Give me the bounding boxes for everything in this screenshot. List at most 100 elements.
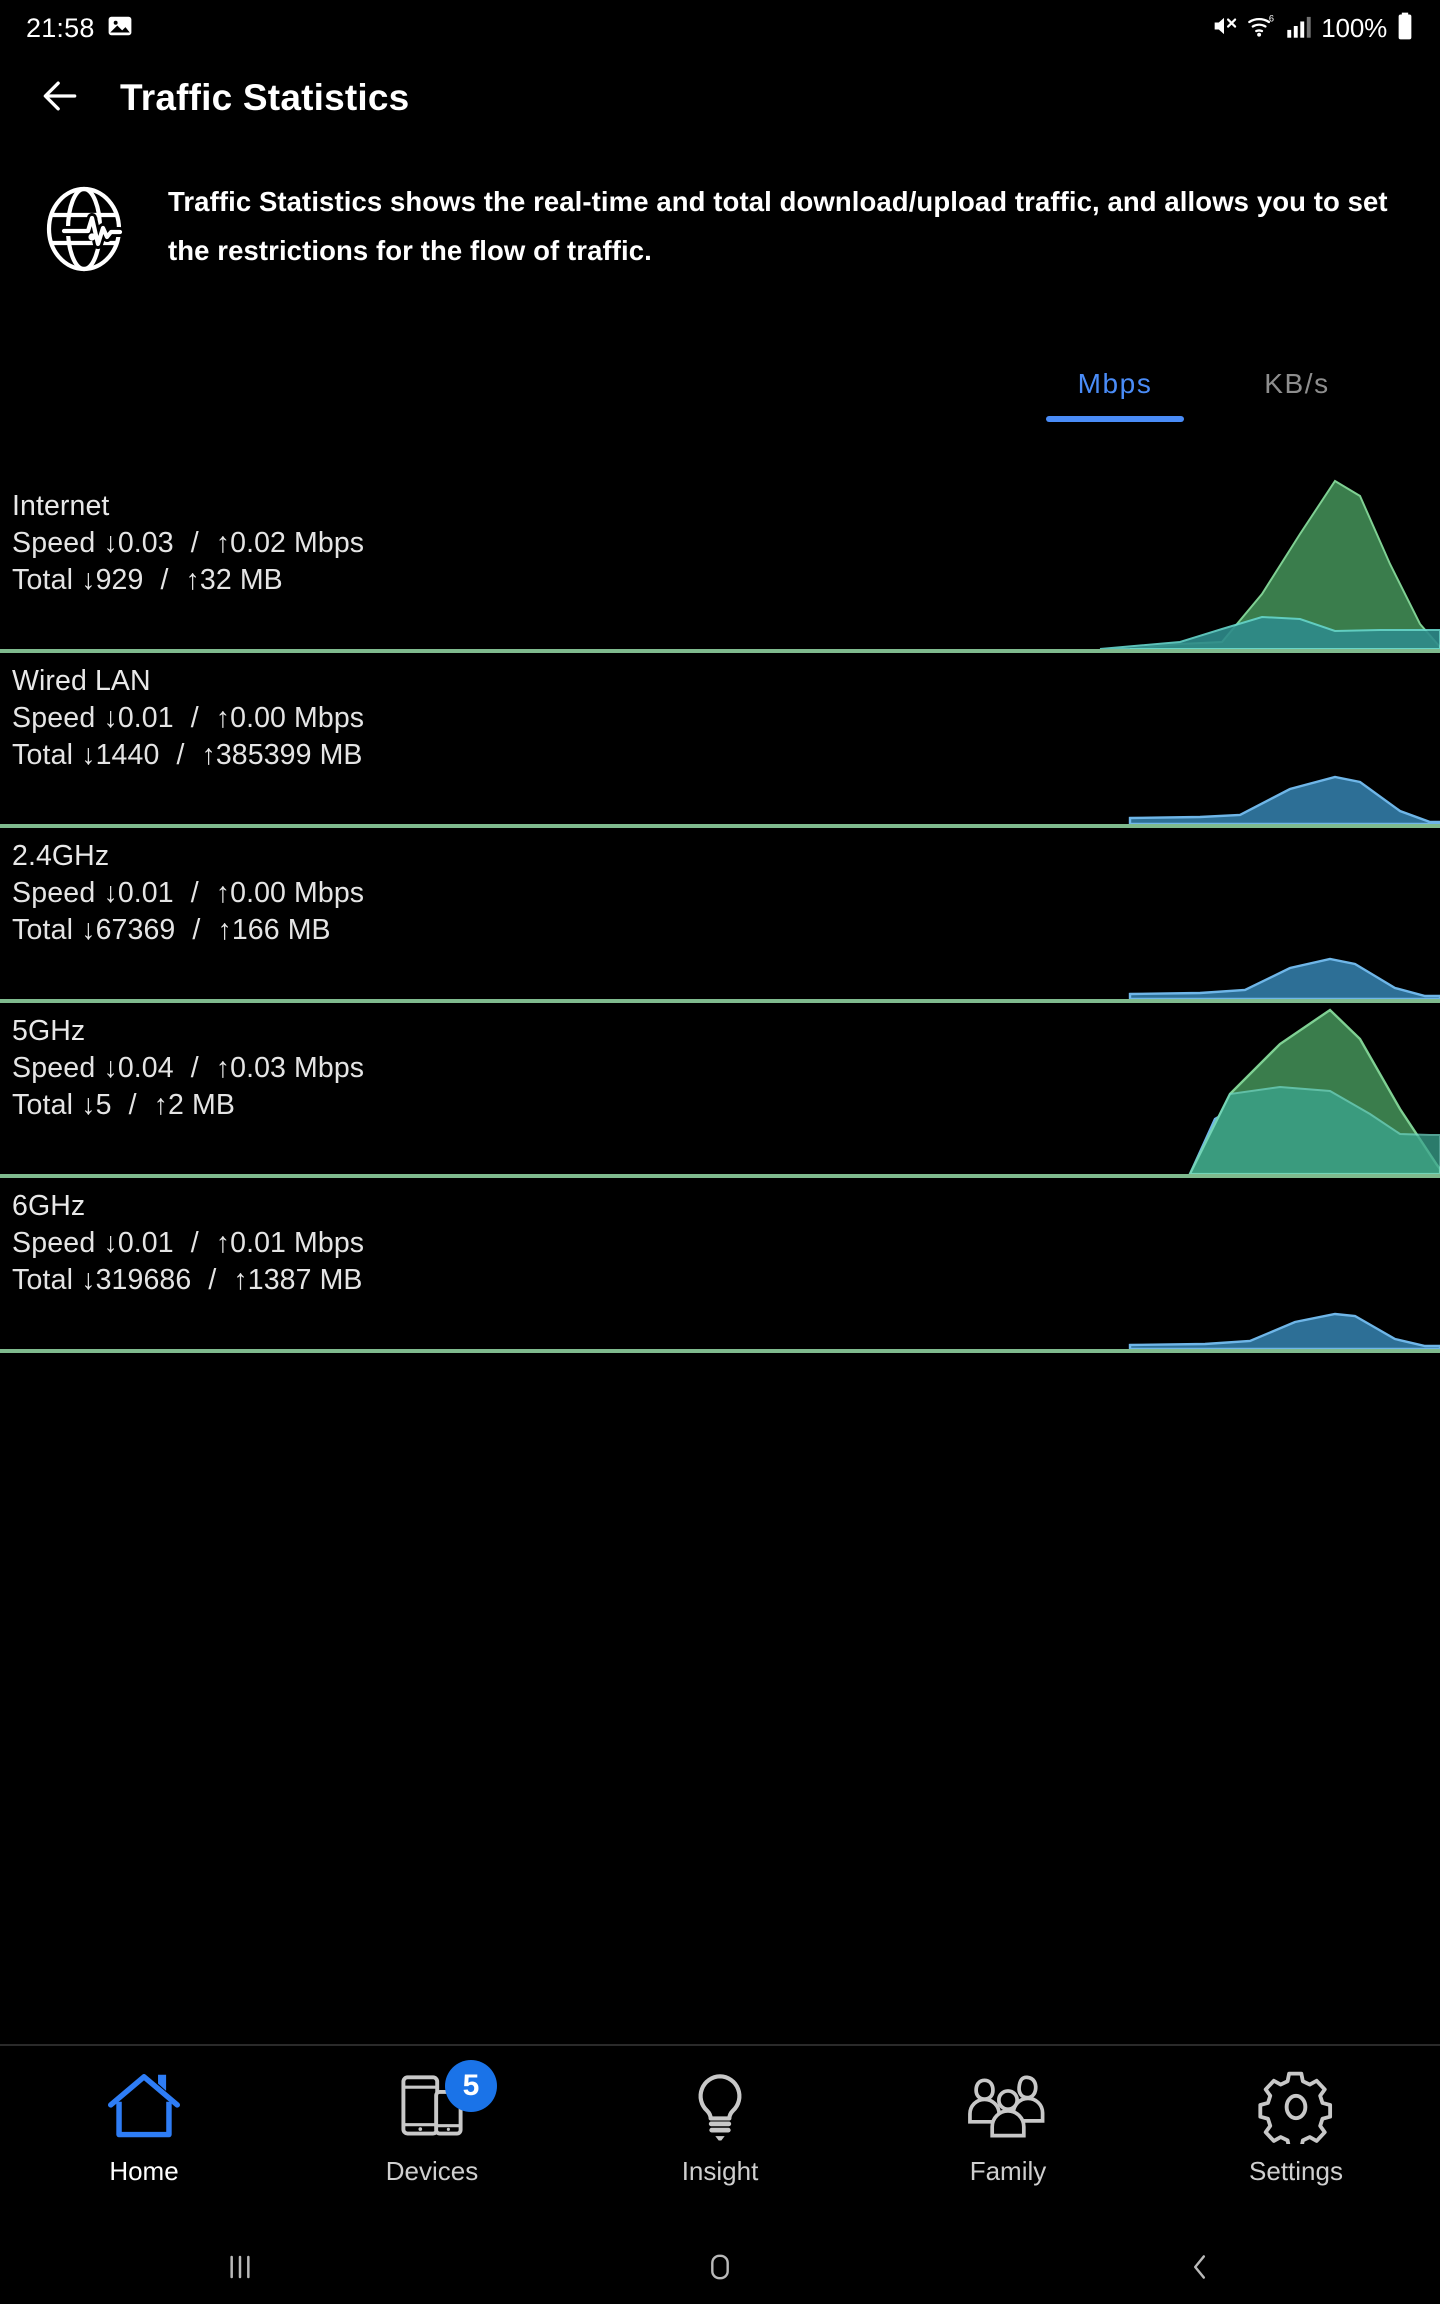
nav-item-devices[interactable]: 5 Devices [288, 2046, 576, 2187]
globe-traffic-icon [42, 179, 134, 279]
table-row[interactable]: 6GHz Speed ↓0.01 / ↑0.01 Mbps Total ↓319… [0, 1178, 1440, 1353]
speed-down-value: 0.04 [117, 1052, 174, 1084]
total-down-arrow: ↓ [81, 739, 96, 771]
speed-unit: Mbps [294, 1227, 365, 1259]
total-label: Total [12, 914, 74, 946]
speed-label: Speed [12, 1227, 96, 1259]
total-down-arrow: ↓ [81, 914, 96, 946]
svg-text:6: 6 [1269, 13, 1274, 23]
total-down-value: 67369 [95, 914, 176, 946]
row-info: 6GHz Speed ↓0.01 / ↑0.01 Mbps Total ↓319… [12, 1188, 364, 1299]
table-row[interactable]: Internet Speed ↓0.03 / ↑0.02 Mbps Total … [0, 478, 1440, 653]
nav-item-settings[interactable]: Settings [1152, 2046, 1440, 2187]
nav-item-insight[interactable]: Insight [576, 2046, 864, 2187]
battery-icon [1396, 12, 1414, 45]
status-bar-clock: 21:58 [26, 12, 95, 43]
nav-item-family-label: Family [969, 2156, 1047, 2186]
row-speed-line: Speed ↓0.01 / ↑0.00 Mbps [12, 875, 364, 912]
row-speed-line: Speed ↓0.04 / ↑0.03 Mbps [12, 1050, 364, 1087]
image-icon [107, 13, 133, 44]
total-unit: MB [239, 564, 283, 596]
home-square-icon[interactable] [480, 2251, 960, 2283]
total-unit: MB [191, 1089, 235, 1121]
speed-separator: / [190, 702, 199, 734]
tab-mbps[interactable]: Mbps [1044, 360, 1186, 422]
bottom-navigation-bar: Home 5 Devices Insight Family Settings [0, 2044, 1440, 2230]
total-down-value: 1440 [95, 739, 160, 771]
total-down-value: 929 [95, 564, 144, 596]
row-info: Wired LAN Speed ↓0.01 / ↑0.00 Mbps Total… [12, 663, 364, 774]
app-bar: Traffic Statistics [0, 56, 1440, 140]
nav-item-home[interactable]: Home [0, 2046, 288, 2187]
total-up-value: 2 [168, 1089, 184, 1121]
row-total-line: Total ↓1440 / ↑385399 MB [12, 737, 364, 774]
row-name: Wired LAN [12, 665, 151, 697]
speed-separator: / [190, 877, 199, 909]
total-down-arrow: ↓ [81, 1264, 96, 1296]
total-up-arrow: ↑ [153, 1089, 168, 1121]
lightbulb-icon [681, 2064, 759, 2150]
battery-percent-label: 100% [1321, 12, 1387, 43]
status-bar: 21:58 6 100% [0, 0, 1440, 56]
back-arrow-icon[interactable] [38, 74, 82, 123]
speed-label: Speed [12, 702, 96, 734]
total-up-value: 1387 [247, 1264, 312, 1296]
speed-up-value: 0.02 [230, 527, 287, 559]
app-screen: 21:58 6 100% Traffic Statistics Traffic … [0, 0, 1440, 2304]
total-up-arrow: ↑ [217, 914, 232, 946]
speed-label: Speed [12, 527, 96, 559]
row-name: 6GHz [12, 1190, 86, 1222]
gear-icon [1257, 2064, 1335, 2150]
table-row[interactable]: Wired LAN Speed ↓0.01 / ↑0.00 Mbps Total… [0, 653, 1440, 828]
total-label: Total [12, 1264, 74, 1296]
speed-down-arrow: ↓ [103, 527, 118, 559]
speed-down-value: 0.01 [117, 877, 174, 909]
speed-down-arrow: ↓ [103, 877, 118, 909]
recents-icon[interactable] [0, 2252, 480, 2282]
speed-unit: Mbps [294, 702, 365, 734]
nav-item-settings-label: Settings [1249, 2156, 1343, 2186]
speed-label: Speed [12, 1052, 96, 1084]
total-separator: / [192, 914, 201, 946]
total-separator: / [208, 1264, 217, 1296]
nav-item-family[interactable]: Family [864, 2046, 1152, 2187]
row-total-line: Total ↓5 / ↑2 MB [12, 1087, 364, 1124]
table-row[interactable]: 5GHz Speed ↓0.04 / ↑0.03 Mbps Total ↓5 /… [0, 1003, 1440, 1178]
speed-up-value: 0.00 [230, 877, 287, 909]
speed-up-value: 0.00 [230, 702, 287, 734]
unit-tab-bar: Mbps KB/s [0, 360, 1440, 438]
speed-up-arrow: ↑ [215, 877, 231, 909]
speed-separator: / [190, 1052, 199, 1084]
row-speed-line: Speed ↓0.01 / ↑0.00 Mbps [12, 700, 364, 737]
speed-down-value: 0.03 [117, 527, 174, 559]
row-speed-line: Speed ↓0.01 / ↑0.01 Mbps [12, 1225, 364, 1262]
row-info: Internet Speed ↓0.03 / ↑0.02 Mbps Total … [12, 488, 364, 599]
row-speed-line: Speed ↓0.03 / ↑0.02 Mbps [12, 525, 364, 562]
nav-item-home-label: Home [109, 2156, 179, 2186]
total-unit: MB [319, 1264, 363, 1296]
row-info: 5GHz Speed ↓0.04 / ↑0.03 Mbps Total ↓5 /… [12, 1013, 364, 1124]
speed-up-arrow: ↑ [215, 527, 231, 559]
total-down-arrow: ↓ [81, 1089, 96, 1121]
speed-up-arrow: ↑ [215, 1052, 231, 1084]
speed-label: Speed [12, 877, 96, 909]
total-unit: MB [319, 739, 363, 771]
back-chevron-icon[interactable] [960, 2251, 1440, 2283]
total-separator: / [160, 564, 169, 596]
row-total-line: Total ↓67369 / ↑166 MB [12, 912, 364, 949]
total-down-value: 319686 [95, 1264, 192, 1296]
total-up-value: 166 [231, 914, 280, 946]
speed-unit: Mbps [294, 527, 365, 559]
total-label: Total [12, 739, 74, 771]
speed-up-arrow: ↑ [215, 702, 231, 734]
table-row[interactable]: 2.4GHz Speed ↓0.01 / ↑0.00 Mbps Total ↓6… [0, 828, 1440, 1003]
tab-kbs[interactable]: KB/s [1226, 360, 1368, 422]
total-label: Total [12, 564, 74, 596]
speed-up-value: 0.01 [230, 1227, 287, 1259]
nav-item-insight-label: Insight [681, 2156, 759, 2186]
row-total-line: Total ↓929 / ↑32 MB [12, 562, 364, 599]
tab-mbps-label: Mbps [1077, 368, 1153, 399]
speed-unit: Mbps [294, 877, 365, 909]
cellular-signal-icon [1286, 13, 1312, 44]
system-navigation-bar [0, 2230, 1440, 2304]
